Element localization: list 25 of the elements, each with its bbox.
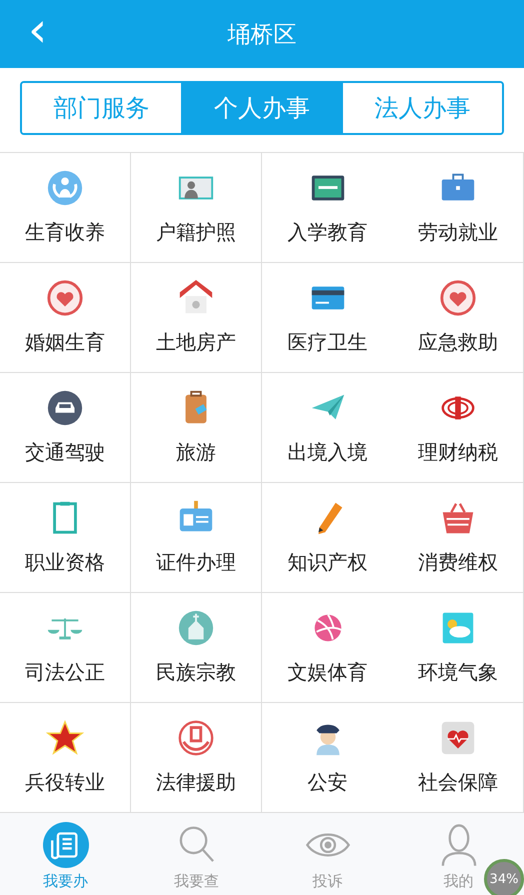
service-item[interactable]: 旅游 <box>131 373 262 483</box>
page-title: 埇桥区 <box>228 20 296 50</box>
service-item[interactable]: 理财纳税 <box>393 373 524 483</box>
service-item[interactable]: 土地房产 <box>131 263 262 373</box>
star-icon <box>46 719 84 757</box>
church-icon <box>177 609 215 647</box>
service-item[interactable]: 社会保障 <box>393 703 524 813</box>
service-item[interactable]: 劳动就业 <box>393 153 524 263</box>
service-item[interactable]: 兵役转业 <box>0 703 131 813</box>
service-item[interactable]: 婚姻生育 <box>0 263 131 373</box>
service-item[interactable]: 交通驾驶 <box>0 373 131 483</box>
service-item[interactable]: 法律援助 <box>131 703 262 813</box>
service-item[interactable]: 消费维权 <box>393 483 524 593</box>
hands-emblem-icon <box>177 719 215 757</box>
document-icon <box>42 822 88 868</box>
service-item[interactable]: 户籍护照 <box>131 153 262 263</box>
service-item[interactable]: 环境气象 <box>393 593 524 703</box>
service-item[interactable]: 职业资格 <box>0 483 131 593</box>
people-icon <box>46 169 84 207</box>
heart-monitor-icon <box>439 719 477 757</box>
service-item[interactable]: 司法公正 <box>0 593 131 703</box>
service-item[interactable]: 应急救助 <box>393 263 524 373</box>
service-item[interactable]: 民族宗教 <box>131 593 262 703</box>
service-item[interactable]: 生育收养 <box>0 153 131 263</box>
service-item[interactable]: 证件办理 <box>131 483 262 593</box>
